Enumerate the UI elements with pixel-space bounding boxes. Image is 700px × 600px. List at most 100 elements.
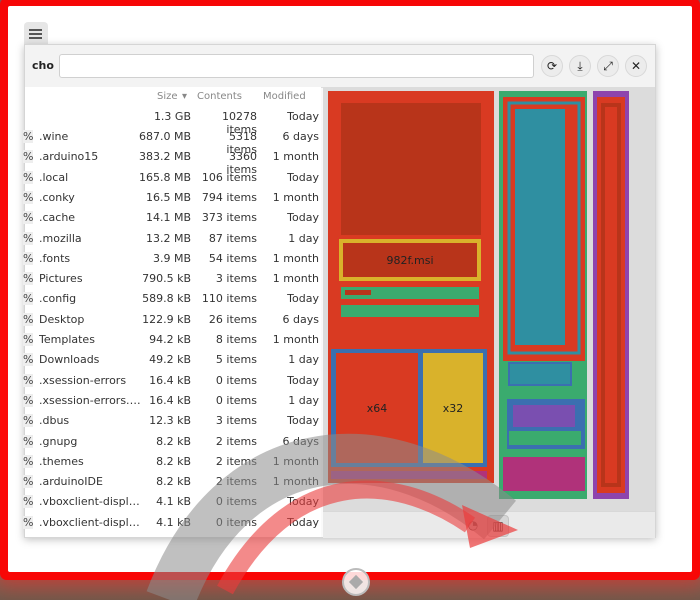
maximize-button[interactable]: ⤢ (597, 55, 619, 77)
treemap-button[interactable]: ▥ (487, 515, 509, 537)
disk-usage-window: cho ⟳ ⤓ ⤢ ✕ Size ▾ Contents Modified 1.3… (23, 44, 656, 538)
row-percent: % (23, 515, 34, 529)
row-contents: 5 items (215, 353, 257, 367)
row-percent: % (23, 434, 34, 448)
treemap-chart[interactable]: 982f.msi x64 x32 (323, 87, 655, 511)
treemap-block-magenta[interactable] (503, 457, 585, 491)
treemap-block-bottom[interactable] (331, 471, 487, 479)
row-size: 4.1 kB (156, 515, 191, 529)
row-contents: 8 items (215, 333, 257, 346)
row-modified: 1 month (272, 251, 319, 265)
list-item[interactable]: % .local 165.8 MB 106 items Today (23, 168, 321, 188)
row-contents: 2 items (215, 475, 257, 489)
row-contents: 26 items (208, 312, 257, 326)
row-contents: 0 items (215, 515, 257, 529)
sort-desc-icon: ▾ (182, 91, 188, 102)
row-name: Templates (39, 333, 95, 346)
path-input[interactable] (59, 54, 534, 78)
row-contents: 0 items (215, 373, 257, 387)
menu-icon[interactable] (24, 22, 48, 46)
row-name: .conky (39, 190, 75, 204)
treemap-block-arduino-teal[interactable] (515, 109, 565, 345)
list-item[interactable]: % .conky 16.5 MB 794 items 1 month (23, 188, 321, 208)
list-item[interactable]: % .wine 687.0 MB 5318 items 6 days (23, 127, 321, 156)
total-modified: Today (287, 110, 319, 123)
treemap-block-teal2[interactable] (508, 362, 572, 386)
row-contents: 2 items (215, 454, 257, 468)
row-percent: % (23, 190, 34, 204)
list-item[interactable]: % .vboxclient-display... 4.1 kB 0 items Toda… (23, 513, 321, 533)
ring-chart-button[interactable]: ◔ (463, 515, 483, 535)
row-name: .xsession-errors.old (39, 393, 145, 407)
row-size: 8.2 kB (156, 454, 191, 468)
row-name: .vboxclient-display... (39, 495, 145, 509)
list-item[interactable]: % .config 589.8 kB 110 items Today (23, 289, 321, 309)
row-percent: % (23, 292, 34, 306)
list-item[interactable]: % .dbus 12.3 kB 3 items Today (23, 411, 321, 431)
col-contents[interactable]: Contents (197, 91, 242, 102)
list-item[interactable]: % .arduinoIDE 8.2 kB 2 items 1 month (23, 472, 321, 492)
close-icon: ✕ (630, 59, 642, 73)
row-modified: Today (287, 373, 319, 387)
row-size: 589.8 kB (142, 292, 191, 306)
col-size[interactable]: Size (157, 91, 178, 102)
treemap-block-wine-sub[interactable] (341, 103, 481, 235)
treemap-label-x32: x32 (443, 402, 464, 415)
view-switcher: ◔ ▥ (323, 511, 655, 538)
list-item[interactable]: % .fonts 3.9 MB 54 items 1 month (23, 249, 321, 269)
row-percent: % (23, 454, 34, 468)
row-size: 49.2 kB (149, 353, 191, 367)
row-percent: % (23, 333, 34, 346)
treemap-label-msi: 982f.msi (386, 254, 433, 267)
download-button[interactable]: ⤓ (569, 55, 591, 77)
total-size: 1.3 GB (153, 110, 191, 123)
row-modified: 6 days (282, 312, 319, 326)
row-contents: 106 items (201, 170, 257, 184)
refresh-button[interactable]: ⟳ (541, 55, 563, 77)
list-item[interactable]: % .vboxclient-display... 4.1 kB 0 items Toda… (23, 492, 321, 512)
bottom-fade (16, 536, 684, 572)
row-name: .local (39, 170, 69, 184)
row-name: .dbus (39, 414, 70, 428)
row-percent: % (23, 211, 34, 225)
treemap-block-green3[interactable] (509, 431, 581, 445)
list-item[interactable]: % Downloads 49.2 kB 5 items 1 day (23, 350, 321, 370)
list-item[interactable]: % .themes 8.2 kB 2 items 1 month (23, 452, 321, 472)
row-name: .themes (39, 454, 84, 468)
row-contents: 54 items (208, 251, 257, 265)
treemap-block-green2[interactable] (341, 305, 479, 317)
row-percent: % (23, 495, 34, 509)
list-item[interactable]: % .gnupg 8.2 kB 2 items 6 days (23, 432, 321, 452)
row-contents: 3 items (215, 272, 257, 286)
treemap[interactable]: 982f.msi x64 x32 (323, 87, 655, 511)
maximize-icon: ⤢ (603, 59, 613, 73)
list-item[interactable]: % .cache 14.1 MB 373 items Today (23, 208, 321, 228)
list-item[interactable]: % Desktop 122.9 kB 26 items 6 days (23, 310, 321, 330)
chart-ring-icon: ◔ (467, 518, 479, 532)
row-modified: 1 month (272, 272, 319, 286)
row-name: .vboxclient-display... (39, 515, 145, 529)
treemap-block-purple[interactable] (513, 405, 575, 427)
row-size: 790.5 kB (142, 272, 191, 286)
row-size: 165.8 MB (138, 170, 191, 184)
row-size: 94.2 kB (149, 333, 191, 346)
row-modified: 1 month (272, 333, 319, 346)
row-size: 16.4 kB (149, 393, 191, 407)
total-row: 1.3 GB 10278 items Today (25, 107, 321, 136)
row-modified: 1 day (288, 353, 319, 367)
list-item[interactable]: % .xsession-errors 16.4 kB 0 items Today (23, 371, 321, 391)
treemap-block-small[interactable] (345, 290, 371, 295)
row-modified: 1 month (272, 190, 319, 204)
row-contents: 0 items (215, 393, 257, 407)
list-item[interactable]: % .mozilla 13.2 MB 87 items 1 day (23, 229, 321, 249)
close-button[interactable]: ✕ (625, 55, 647, 77)
list-item[interactable]: % Pictures 790.5 kB 3 items 1 month (23, 269, 321, 289)
row-contents: 2 items (215, 434, 257, 448)
row-contents: 373 items (201, 211, 257, 225)
list-item[interactable]: % .arduino15 383.2 MB 3360 items 1 month (23, 147, 321, 176)
row-modified: Today (287, 211, 319, 225)
list-item[interactable]: % .xsession-errors.old 16.4 kB 0 items 1 day (23, 391, 321, 411)
row-contents: 3 items (215, 414, 257, 428)
list-item[interactable]: % Templates 94.2 kB 8 items 1 month (23, 330, 321, 350)
col-modified[interactable]: Modified (263, 91, 306, 102)
